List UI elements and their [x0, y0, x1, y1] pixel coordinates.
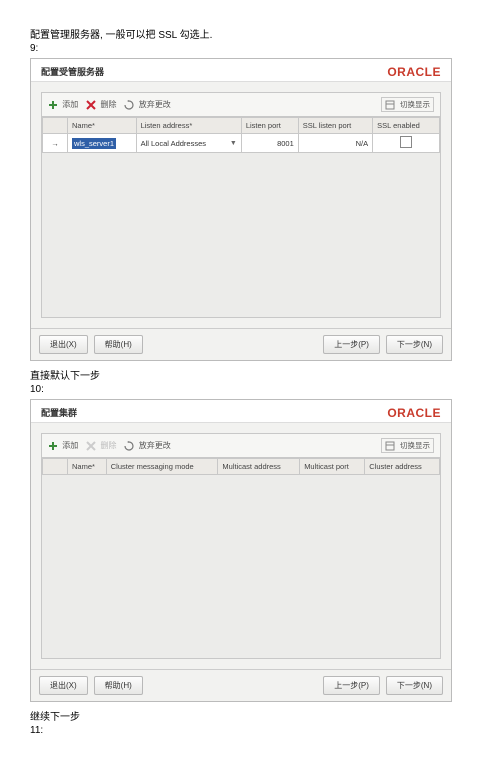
- col-name[interactable]: Name*: [68, 118, 137, 134]
- wizard-clusters: 配置集群 ORACLE 添加 删除 放弃更改: [30, 399, 452, 702]
- col-cluster-address[interactable]: Cluster address: [365, 459, 440, 475]
- help-button[interactable]: 帮助(H): [94, 676, 143, 695]
- oracle-logo: ORACLE: [387, 65, 441, 79]
- step-number-11: 11:: [30, 725, 470, 736]
- wizard-title: 配置受管服务器: [41, 65, 104, 78]
- col-listen-port[interactable]: Listen port: [241, 118, 298, 134]
- col-multicast-address[interactable]: Multicast address: [218, 459, 300, 475]
- exit-button[interactable]: 退出(X): [39, 676, 88, 695]
- servers-table: Name* Listen address* Listen port SSL li…: [42, 117, 440, 153]
- discard-icon: [124, 100, 134, 110]
- col-name[interactable]: Name*: [68, 459, 107, 475]
- col-ssl-enabled[interactable]: SSL enabled: [373, 118, 440, 134]
- delete-button[interactable]: 删除: [86, 99, 116, 110]
- cell-name[interactable]: wls_server1: [68, 134, 137, 153]
- cell-ssl-port[interactable]: N/A: [298, 134, 372, 153]
- col-multicast-port[interactable]: Multicast port: [300, 459, 365, 475]
- next-button[interactable]: 下一步(N): [386, 676, 443, 695]
- intro-text-1: 配置管理服务器, 一般可以把 SSL 勾选上.: [30, 26, 470, 41]
- step-number-10: 10:: [30, 384, 470, 395]
- wizard-title: 配置集群: [41, 406, 77, 419]
- ssl-checkbox[interactable]: [400, 136, 412, 148]
- discard-button[interactable]: 放弃更改: [124, 440, 170, 451]
- col-messaging-mode[interactable]: Cluster messaging mode: [106, 459, 218, 475]
- switch-display-button[interactable]: 切换显示: [381, 97, 434, 112]
- discard-icon: [124, 441, 134, 451]
- switch-icon: [385, 100, 395, 110]
- add-button[interactable]: 添加: [48, 440, 78, 451]
- switch-display-button[interactable]: 切换显示: [381, 438, 434, 453]
- step-number-9: 9:: [30, 43, 470, 54]
- prev-button[interactable]: 上一步(P): [323, 335, 380, 354]
- switch-icon: [385, 441, 395, 451]
- add-icon: [48, 100, 58, 110]
- intro-text-3: 继续下一步: [30, 708, 470, 723]
- clusters-table: Name* Cluster messaging mode Multicast a…: [42, 458, 440, 475]
- chevron-down-icon: ▼: [230, 140, 237, 147]
- cell-ssl-enabled[interactable]: [373, 134, 440, 153]
- exit-button[interactable]: 退出(X): [39, 335, 88, 354]
- add-button[interactable]: 添加: [48, 99, 78, 110]
- add-icon: [48, 441, 58, 451]
- table-row[interactable]: → wls_server1 All Local Addresses▼ 8001 …: [43, 134, 440, 153]
- col-listen-address[interactable]: Listen address*: [136, 118, 241, 134]
- oracle-logo: ORACLE: [387, 406, 441, 420]
- delete-icon: [86, 441, 96, 451]
- next-button[interactable]: 下一步(N): [386, 335, 443, 354]
- row-arrow-icon: →: [43, 134, 68, 153]
- prev-button[interactable]: 上一步(P): [323, 676, 380, 695]
- discard-button[interactable]: 放弃更改: [124, 99, 170, 110]
- cell-listen-port[interactable]: 8001: [241, 134, 298, 153]
- wizard-managed-servers: 配置受管服务器 ORACLE 添加 删除 放弃更改: [30, 58, 452, 361]
- delete-button: 删除: [86, 440, 116, 451]
- cell-listen-address[interactable]: All Local Addresses▼: [136, 134, 241, 153]
- intro-text-2: 直接默认下一步: [30, 367, 470, 382]
- help-button[interactable]: 帮助(H): [94, 335, 143, 354]
- col-ssl-port[interactable]: SSL listen port: [298, 118, 372, 134]
- delete-icon: [86, 100, 96, 110]
